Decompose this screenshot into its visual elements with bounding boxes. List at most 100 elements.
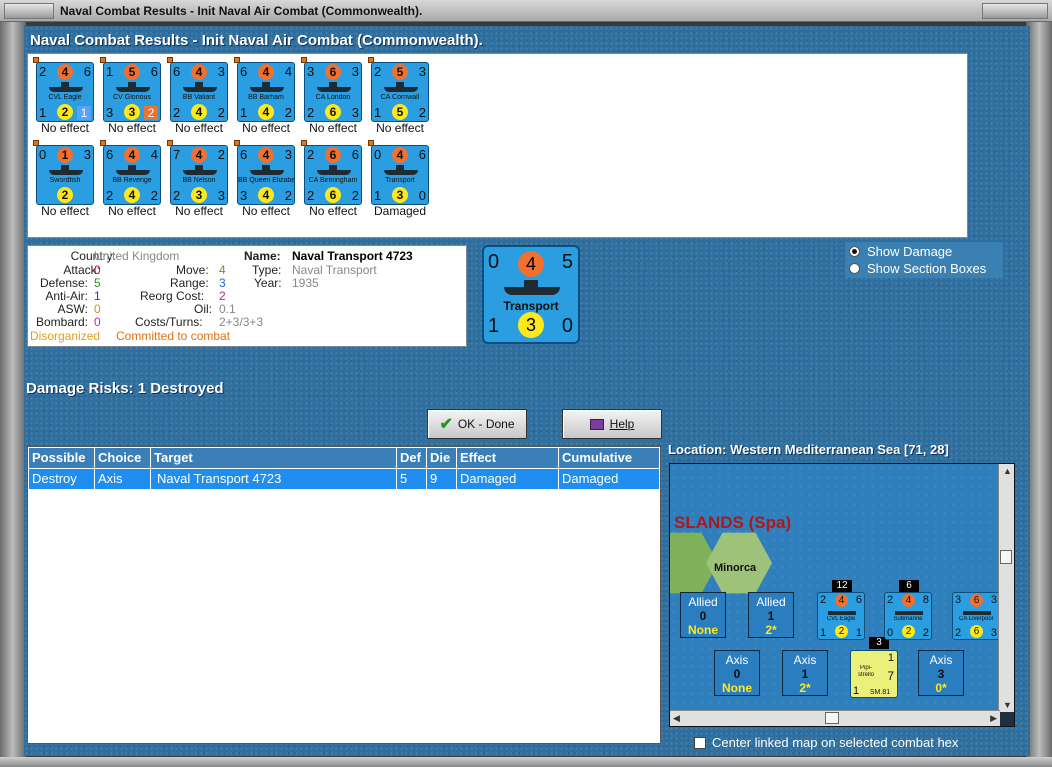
map-horizontal-scrollbar[interactable]: ◀ ▶ bbox=[670, 710, 1000, 726]
center-map-checkbox[interactable] bbox=[694, 736, 706, 749]
unit-marker-icon bbox=[167, 57, 173, 63]
unit-stat-tl: 6 bbox=[240, 64, 248, 79]
year-value: 1935 bbox=[292, 276, 319, 290]
unit-counter[interactable]: 6 4 4 BB Revenge 2 4 2 bbox=[100, 140, 161, 205]
axis-box-3[interactable]: Axis 3 0* bbox=[918, 650, 964, 696]
col-possible[interactable]: Possible bbox=[29, 448, 95, 468]
unit-name: Swordfish bbox=[49, 177, 81, 184]
ac-tr: 1 bbox=[887, 652, 894, 664]
mu-name: Submarine bbox=[893, 616, 923, 622]
reorg-label: Reorg Cost: bbox=[140, 289, 205, 303]
costs-label: Costs/Turns: bbox=[135, 315, 203, 329]
mu-top: 4 bbox=[835, 594, 848, 607]
unit-stat-tr: 2 bbox=[217, 147, 225, 162]
map-unit-counter[interactable]: 2 4 6 CVL Eagle 1 2 1 bbox=[817, 592, 865, 640]
scroll-up-icon[interactable]: ▲ bbox=[1003, 466, 1012, 476]
mu-name: CA Liverpool bbox=[958, 616, 994, 622]
mu-tl: 2 bbox=[820, 594, 827, 606]
unit-stat-br: 3 bbox=[351, 105, 359, 120]
unit-counter[interactable]: 1 5 6 CV Glorious 3 3 2 bbox=[100, 57, 161, 122]
move-label: Move: bbox=[176, 263, 209, 277]
book-icon bbox=[589, 418, 604, 430]
center-map-label: Center linked map on selected combat hex bbox=[712, 735, 959, 750]
show-damage-radio[interactable]: Show Damage bbox=[849, 243, 952, 259]
unit-counter[interactable]: 0 1 3 Swordfish 2 bbox=[33, 140, 94, 205]
unit-effect-label: No effect bbox=[175, 121, 223, 135]
window-controls[interactable] bbox=[982, 3, 1048, 19]
oil-label: Oil: bbox=[194, 302, 212, 316]
unit-counter[interactable]: 6 4 3 BB Valiant 2 4 2 bbox=[167, 57, 228, 122]
mu-tl: 2 bbox=[887, 594, 894, 606]
unit-stat-bl: 3 bbox=[240, 188, 248, 203]
scroll-left-icon[interactable]: ◀ bbox=[673, 713, 680, 724]
combat-results-table: Possible Choice Target Def Die Effect Cu… bbox=[27, 446, 661, 744]
unit-counter[interactable]: 2 6 6 CA Birmingham 2 6 2 bbox=[301, 140, 362, 205]
col-cumulative[interactable]: Cumulative bbox=[559, 448, 660, 468]
unit-marker-icon bbox=[100, 57, 106, 63]
bombard-label: Bombard: bbox=[35, 315, 88, 329]
aircraft-counter[interactable]: 1 Pipi- strello 7 1 SM.81 bbox=[850, 650, 898, 698]
radio-selected-icon[interactable] bbox=[849, 245, 860, 257]
center-map-checkbox-row[interactable]: Center linked map on selected combat hex bbox=[694, 735, 958, 750]
axis-box-1[interactable]: Axis 1 2* bbox=[782, 650, 828, 696]
unit-counter[interactable]: 2 4 6 CVL Eagle 1 2 1 bbox=[33, 57, 94, 122]
unit-stat-bl: 2 bbox=[307, 188, 315, 203]
unit-stat-tl: 2 bbox=[39, 64, 47, 79]
box-side: Axis bbox=[725, 653, 749, 667]
unit-counter[interactable]: 7 4 2 BB Nelson 2 3 3 bbox=[167, 140, 228, 205]
allied-box-0[interactable]: Allied 0 None bbox=[680, 592, 726, 638]
ac-line2: strello bbox=[857, 672, 874, 678]
scroll-right-icon[interactable]: ▶ bbox=[990, 713, 997, 724]
unit-name: CV Glorious bbox=[113, 94, 151, 101]
box-status: 2* bbox=[765, 623, 777, 637]
unit-stat-tl: 6 bbox=[173, 64, 181, 79]
counter-name: Transport bbox=[503, 299, 559, 313]
unit-counter[interactable]: 2 5 3 CA Cornwall 1 5 2 bbox=[368, 57, 429, 122]
ok-done-button[interactable]: ✔ OK - Done bbox=[427, 409, 527, 439]
unit-counter[interactable]: 6 4 4 BB Barham 1 4 2 bbox=[234, 57, 295, 122]
ship-icon bbox=[317, 82, 351, 92]
unit-stat-top: 1 bbox=[57, 147, 73, 163]
damage-risks-label: Damage Risks: 1 Destroyed bbox=[26, 380, 224, 397]
unit-name: BB Revenge bbox=[112, 177, 152, 184]
unit-marker-icon bbox=[234, 140, 240, 146]
unit-stat-br: 2 bbox=[418, 105, 426, 120]
unit-counter[interactable]: 643BB Queen Elizabeth342 bbox=[234, 140, 295, 205]
unit-stat-tr: 6 bbox=[351, 147, 359, 162]
hscroll-thumb[interactable] bbox=[825, 712, 839, 724]
col-choice[interactable]: Choice bbox=[95, 448, 151, 468]
scroll-down-icon[interactable]: ▼ bbox=[1003, 700, 1012, 710]
ship-icon bbox=[49, 165, 83, 175]
mu-tr: 6 bbox=[855, 594, 862, 606]
unit-counter[interactable]: 0 4 6 Transport 1 3 0 bbox=[368, 140, 429, 205]
help-button[interactable]: Help bbox=[562, 409, 662, 439]
mu-tr: 3 bbox=[990, 594, 997, 606]
map-unit-counter[interactable]: 2 4 8 Submarine 0 2 2 bbox=[884, 592, 932, 640]
unit-name: BB Barham bbox=[248, 94, 284, 101]
unit-stat-bot: 4 bbox=[124, 187, 140, 203]
unit-name: BB Nelson bbox=[182, 177, 216, 184]
col-def[interactable]: Def bbox=[397, 448, 427, 468]
radio-unselected-icon[interactable] bbox=[849, 262, 860, 274]
col-effect[interactable]: Effect bbox=[457, 448, 559, 468]
unit-stat-bl: 3 bbox=[106, 105, 114, 120]
show-section-boxes-radio[interactable]: Show Section Boxes bbox=[849, 260, 986, 276]
map-unit-counter[interactable]: 3 6 3 CA Liverpool 2 6 3 bbox=[952, 592, 1000, 640]
linked-map[interactable]: SLANDS (Spa) Minorca Allied 0 None Allie… bbox=[669, 463, 1015, 727]
vscroll-thumb[interactable] bbox=[1000, 550, 1012, 564]
ship-icon bbox=[895, 611, 923, 615]
col-die[interactable]: Die bbox=[427, 448, 457, 468]
allied-box-1[interactable]: Allied 1 2* bbox=[748, 592, 794, 638]
mu-br: 1 bbox=[855, 627, 862, 639]
ship-icon bbox=[963, 611, 991, 615]
ship-icon bbox=[504, 280, 560, 295]
cell-die: 9 bbox=[427, 469, 457, 489]
col-target[interactable]: Target bbox=[151, 448, 397, 468]
window-menu-button[interactable] bbox=[4, 3, 54, 19]
unit-counter[interactable]: 3 6 3 CA London 2 6 3 bbox=[301, 57, 362, 122]
stack-count: 6 bbox=[899, 580, 919, 592]
table-row[interactable]: Destroy Axis Naval Transport 4723 5 9 Da… bbox=[29, 469, 660, 489]
axis-box-0[interactable]: Axis 0 None bbox=[714, 650, 760, 696]
map-vertical-scrollbar[interactable]: ▲ ▼ bbox=[998, 464, 1014, 712]
box-status: None bbox=[688, 623, 718, 637]
